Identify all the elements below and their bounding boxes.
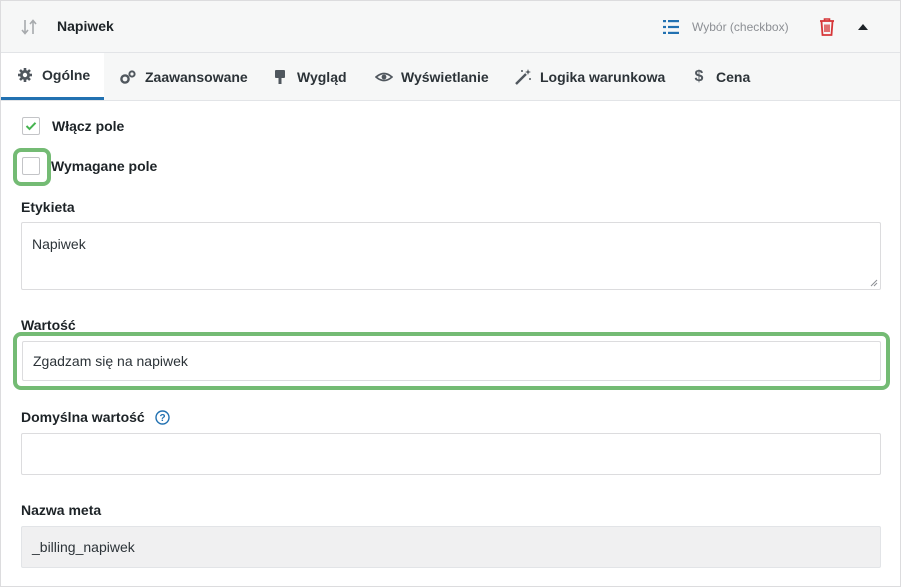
field-settings-panel: Napiwek Wybór (checkbox) Ogólne Zaawanso…	[0, 0, 901, 587]
default-value-field-label: Domyślna wartość ?	[21, 409, 170, 425]
tab-label: Logika warunkowa	[540, 68, 666, 85]
tab-label: Ogólne	[42, 67, 91, 83]
meta-name-label-text: Nazwa meta	[21, 502, 102, 518]
required-field-checkbox[interactable]	[22, 157, 40, 175]
required-field-row: Wymagane pole	[22, 157, 157, 175]
tab-ogolne[interactable]: Ogólne	[1, 53, 104, 100]
list-icon	[663, 20, 679, 34]
help-icon[interactable]: ?	[155, 409, 170, 425]
value-field-label-text: Wartość	[21, 317, 76, 333]
field-type-indicator[interactable]: Wybór (checkbox)	[662, 17, 789, 37]
label-field-label-text: Etykieta	[21, 199, 75, 215]
resize-grip-icon[interactable]	[870, 279, 878, 287]
tab-logika-warunkowa[interactable]: Logika warunkowa	[514, 53, 665, 100]
meta-name-field-label: Nazwa meta	[21, 502, 101, 518]
required-field-label: Wymagane pole	[51, 158, 158, 174]
dollar-icon: $	[694, 67, 704, 85]
default-value-input[interactable]	[21, 433, 881, 475]
brush-icon	[271, 68, 289, 86]
label-textarea[interactable]: Napiwek	[21, 222, 881, 290]
field-header[interactable]: Napiwek Wybór (checkbox)	[1, 1, 900, 53]
trash-icon[interactable]	[818, 17, 836, 37]
enable-field-checkbox[interactable]	[22, 117, 40, 135]
enable-field-row: Włącz pole	[22, 117, 124, 135]
meta-name-input: _billing_napiwek	[21, 526, 881, 568]
value-input-text: Zgadzam się na napiwek	[33, 353, 188, 369]
label-textarea-value: Napiwek	[32, 236, 86, 252]
tab-wyswietlanie[interactable]: Wyświetlanie	[375, 53, 489, 100]
enable-field-label: Włącz pole	[52, 118, 125, 134]
tab-label: Wyświetlanie	[401, 68, 489, 85]
tab-zaawansowane[interactable]: Zaawansowane	[119, 53, 248, 100]
sort-arrows-icon[interactable]	[19, 17, 39, 37]
tab-wyglad[interactable]: Wygląd	[271, 53, 347, 100]
gear-icon	[16, 66, 34, 84]
value-input[interactable]: Zgadzam się na napiwek	[22, 341, 881, 381]
default-value-label-text: Domyślna wartość	[21, 409, 145, 425]
tab-cena[interactable]: $ Cena	[690, 53, 751, 100]
tab-label: Wygląd	[297, 68, 347, 85]
magic-wand-icon	[514, 68, 532, 86]
caret-up-icon[interactable]	[856, 21, 870, 33]
gears-icon	[119, 68, 137, 86]
meta-name-value: _billing_napiwek	[32, 539, 135, 555]
field-type-label: Wybór (checkbox)	[692, 20, 789, 34]
label-field-label: Etykieta	[21, 199, 75, 215]
tab-label: Zaawansowane	[145, 68, 248, 85]
field-title: Napiwek	[57, 18, 114, 34]
checkmark-icon	[25, 122, 37, 131]
value-field-label: Wartość	[21, 317, 76, 333]
eye-icon	[375, 68, 393, 86]
tab-bar: Ogólne Zaawansowane Wygląd Wyświetlanie …	[1, 53, 900, 101]
svg-text:?: ?	[159, 413, 165, 424]
tab-label: Cena	[716, 68, 751, 85]
